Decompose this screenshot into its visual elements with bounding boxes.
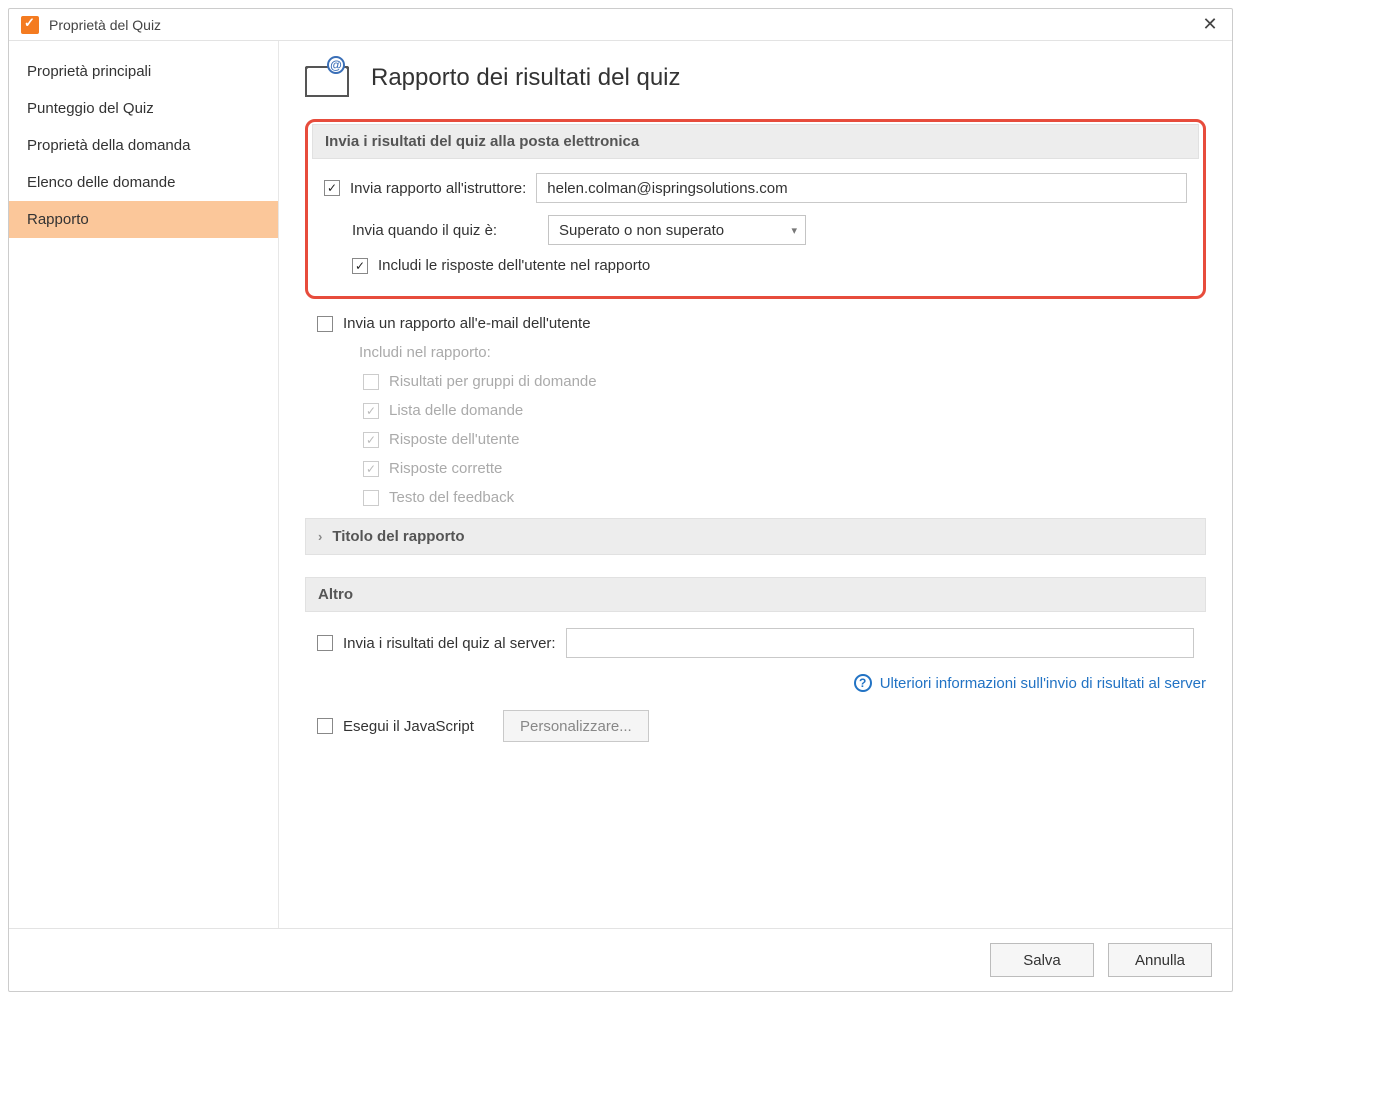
content-area: @ Rapporto dei risultati del quiz Invia … <box>279 41 1232 928</box>
main-area: Proprietà principali Punteggio del Quiz … <box>9 41 1232 928</box>
sub-check-2 <box>363 432 379 448</box>
send-user-label: Invia un rapporto all'e-mail dell'utente <box>343 315 591 332</box>
more-info-link[interactable]: Ulteriori informazioni sull'invio di ris… <box>880 675 1206 692</box>
sub-label-3: Risposte corrette <box>389 460 502 477</box>
page-header: @ Rapporto dei risultati del quiz <box>305 59 1206 97</box>
exec-js-checkbox[interactable] <box>317 718 333 734</box>
sub-label-4: Testo del feedback <box>389 489 514 506</box>
sidebar-item-question-list[interactable]: Elenco delle domande <box>9 164 278 201</box>
server-url-input[interactable] <box>566 628 1194 658</box>
include-answers-label: Includi le risposte dell'utente nel rapp… <box>378 257 650 274</box>
sidebar-item-question-props[interactable]: Proprietà della domanda <box>9 127 278 164</box>
sidebar: Proprietà principali Punteggio del Quiz … <box>9 41 279 928</box>
report-title-label: Titolo del rapporto <box>332 528 464 545</box>
close-icon: ✕ <box>1202 14 1217 35</box>
mail-icon: @ <box>305 59 351 97</box>
save-button[interactable]: Salva <box>990 943 1094 977</box>
customize-button: Personalizzare... <box>503 710 649 742</box>
send-server-checkbox[interactable] <box>317 635 333 651</box>
email-section-header: Invia i risultati del quiz alla posta el… <box>312 124 1199 159</box>
send-instructor-checkbox[interactable] <box>324 180 340 196</box>
window-title: Proprietà del Quiz <box>49 17 1196 33</box>
exec-js-label: Esegui il JavaScript <box>343 718 493 735</box>
send-instructor-label: Invia rapporto all'istruttore: <box>350 180 526 197</box>
sub-check-1 <box>363 403 379 419</box>
app-icon <box>21 16 39 34</box>
sidebar-item-main-props[interactable]: Proprietà principali <box>9 53 278 90</box>
close-button[interactable]: ✕ <box>1196 13 1224 37</box>
sub-label-2: Risposte dell'utente <box>389 431 519 448</box>
include-in-report-label: Includi nel rapporto: <box>359 344 491 361</box>
send-when-value: Superato o non superato <box>559 222 724 239</box>
sub-check-4 <box>363 490 379 506</box>
footer: Salva Annulla <box>9 928 1232 991</box>
highlighted-section: Invia i risultati del quiz alla posta el… <box>305 119 1206 299</box>
chevron-right-icon: › <box>318 529 322 544</box>
send-user-checkbox[interactable] <box>317 316 333 332</box>
sub-check-3 <box>363 461 379 477</box>
sub-check-0 <box>363 374 379 390</box>
cancel-button[interactable]: Annulla <box>1108 943 1212 977</box>
send-when-label: Invia quando il quiz è: <box>352 222 538 239</box>
sub-label-0: Risultati per gruppi di domande <box>389 373 597 390</box>
include-answers-checkbox[interactable] <box>352 258 368 274</box>
report-title-collapse[interactable]: › Titolo del rapporto <box>305 518 1206 555</box>
send-when-select[interactable]: Superato o non superato ▾ <box>548 215 806 245</box>
more-info-row: ? Ulteriori informazioni sull'invio di r… <box>305 674 1206 692</box>
chevron-down-icon: ▾ <box>791 224 797 237</box>
send-server-label: Invia i risultati del quiz al server: <box>343 635 556 652</box>
titlebar: Proprietà del Quiz ✕ <box>9 9 1232 41</box>
page-title: Rapporto dei risultati del quiz <box>371 64 681 92</box>
sidebar-item-report[interactable]: Rapporto <box>9 201 278 238</box>
sidebar-item-quiz-score[interactable]: Punteggio del Quiz <box>9 90 278 127</box>
other-section-header: Altro <box>305 577 1206 612</box>
help-icon: ? <box>854 674 872 692</box>
instructor-email-input[interactable] <box>536 173 1187 203</box>
sub-label-1: Lista delle domande <box>389 402 523 419</box>
